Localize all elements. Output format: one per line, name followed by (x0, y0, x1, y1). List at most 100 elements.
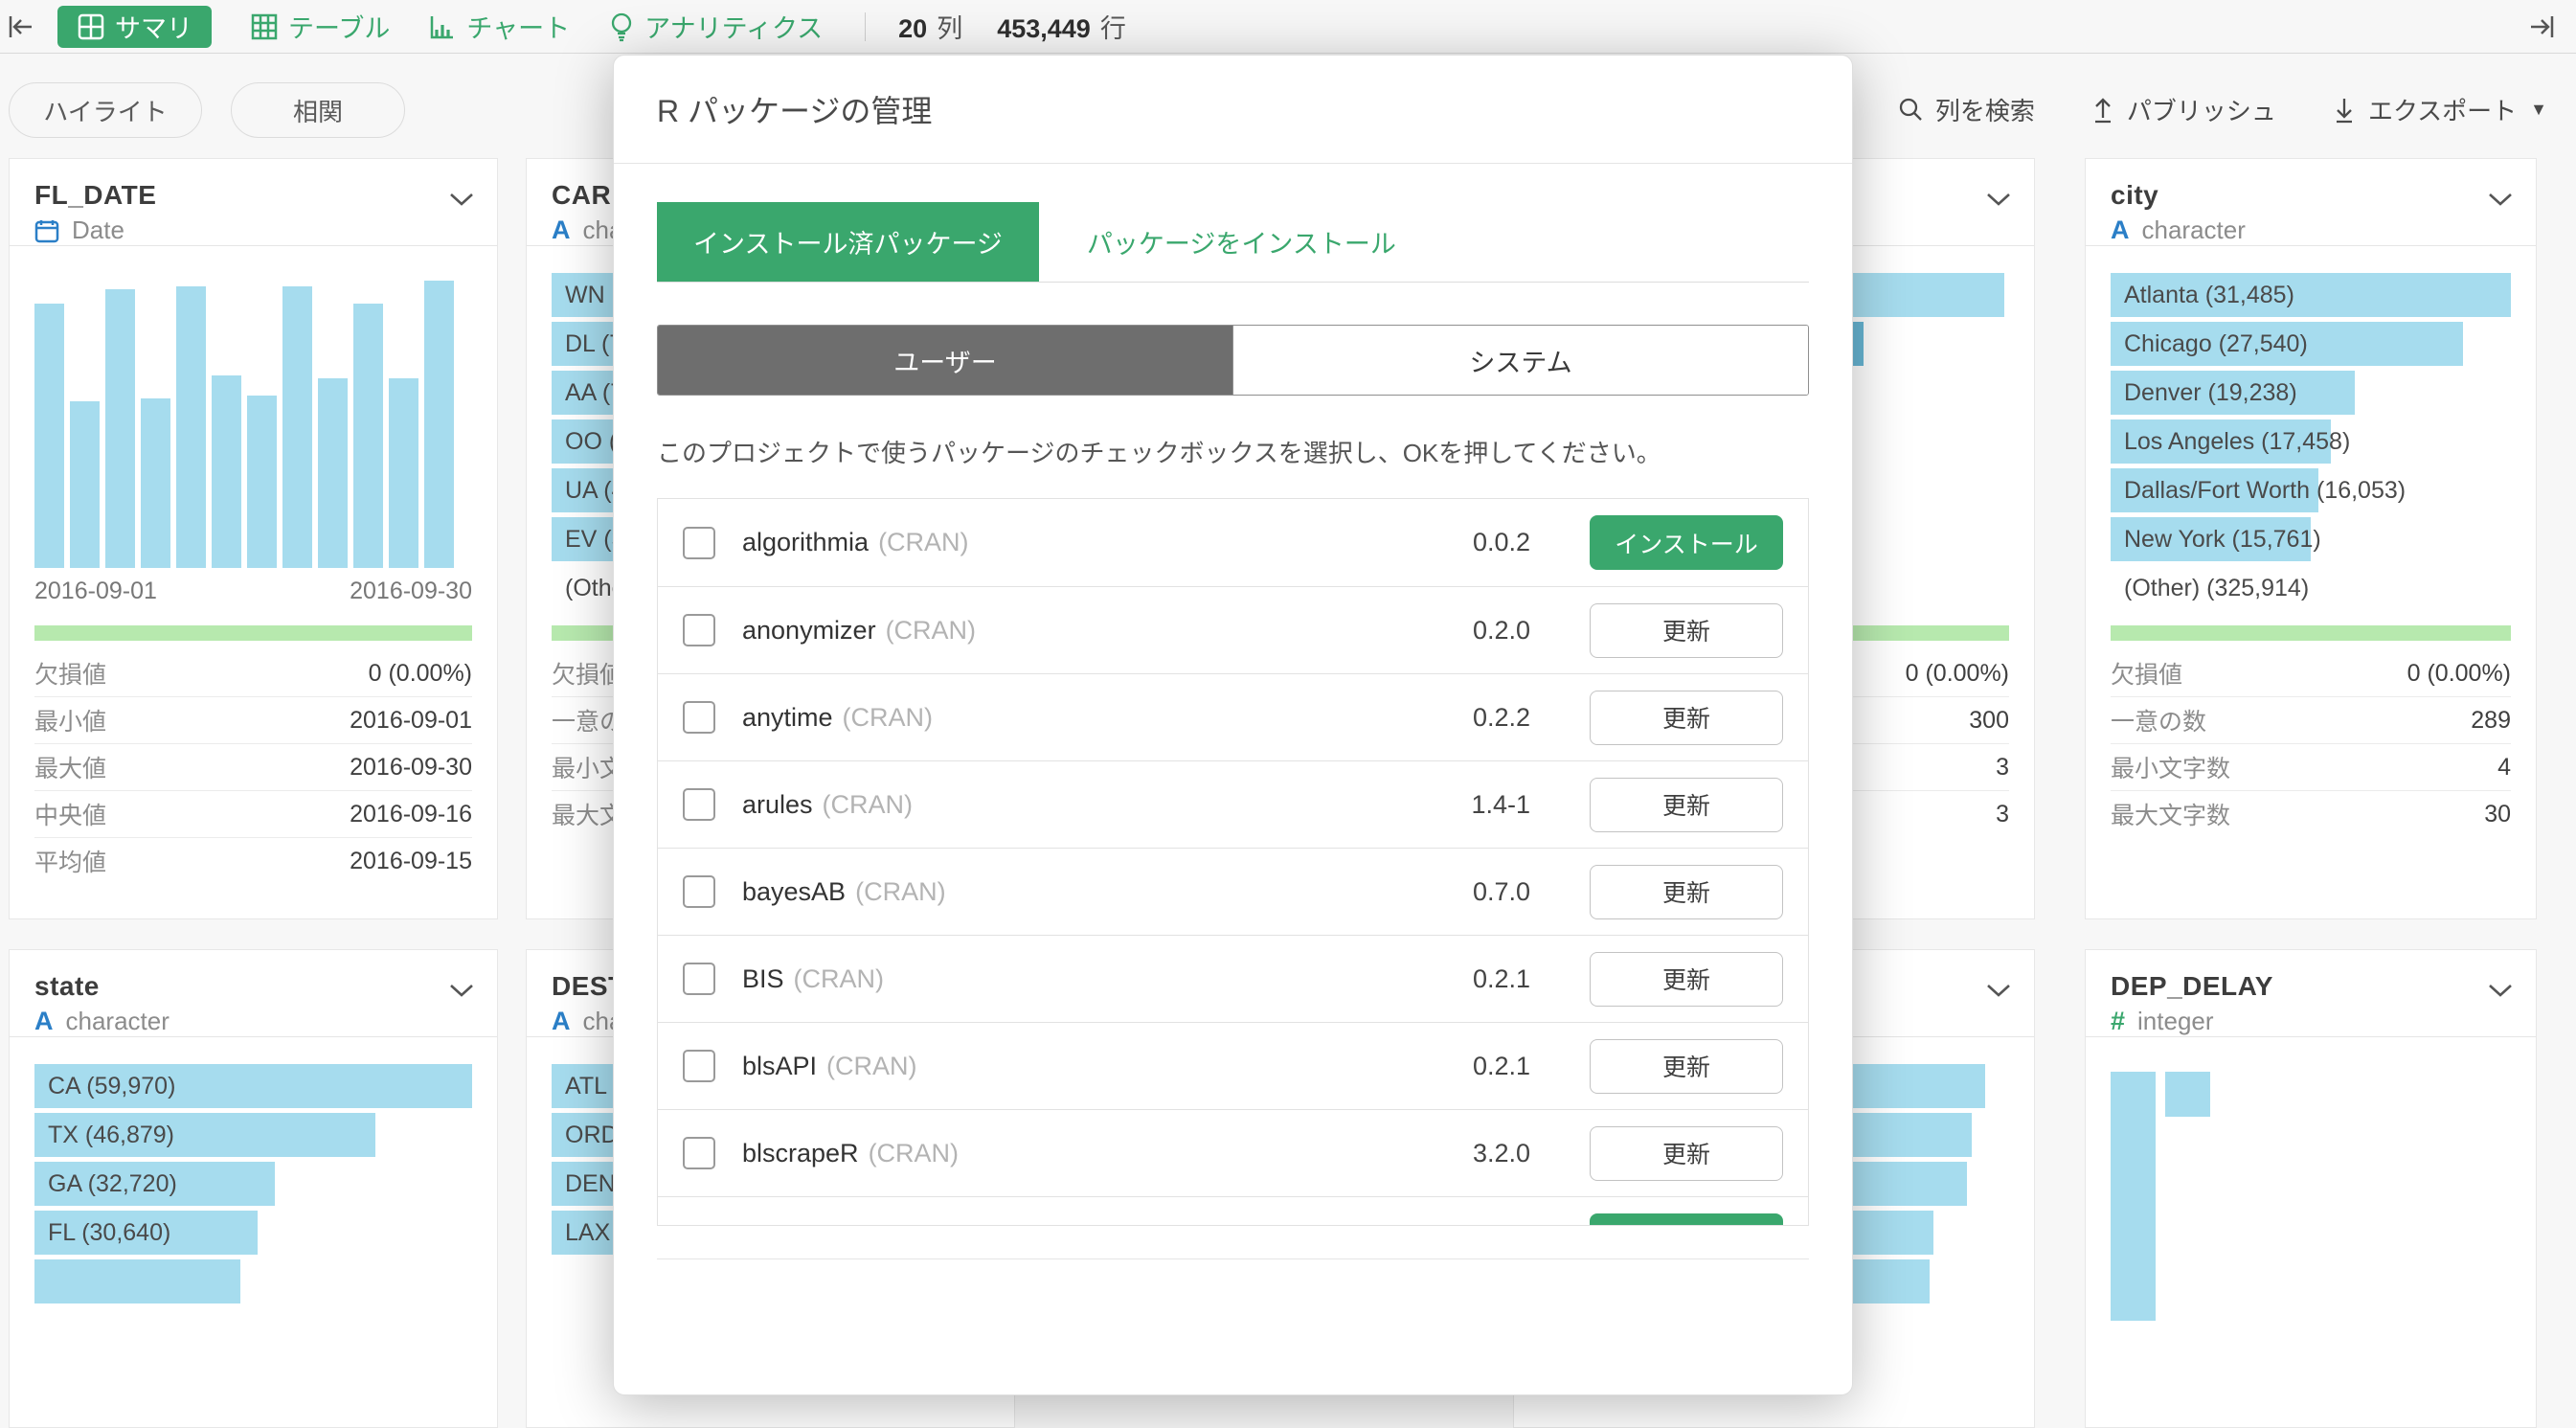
stat-row: 欠損値0 (0.00%) (34, 650, 472, 697)
publish-button[interactable]: パブリッシュ (2090, 92, 2276, 127)
package-checkbox[interactable] (683, 527, 715, 559)
category-bars: CA (59,970) TX (46,879) GA (32,720) FL (30,… (34, 1064, 472, 1303)
category-bar-row[interactable]: Atlanta (31,485) (2111, 273, 2511, 317)
package-row: blsAPI(CRAN)0.2.1更新 (658, 1022, 1808, 1109)
character-type-icon: A (552, 1007, 571, 1036)
category-bar-row[interactable]: FL (30,640) (34, 1211, 472, 1255)
histogram-bar[interactable] (70, 401, 100, 568)
package-checkbox[interactable] (683, 963, 715, 995)
package-checkbox[interactable] (683, 875, 715, 908)
update-button[interactable]: 更新 (1590, 691, 1783, 745)
card-title: FL_DATE (34, 180, 472, 211)
stat-value: 2016-09-30 (350, 754, 472, 782)
category-bar-row[interactable]: TX (46,879) (34, 1113, 472, 1157)
package-name: algorithmia (742, 528, 869, 557)
chevron-down-icon[interactable] (1986, 192, 2011, 207)
histogram-bar[interactable] (105, 289, 135, 568)
histogram-bar[interactable] (176, 286, 206, 568)
package-tabs: インストール済パッケージ パッケージをインストール (657, 202, 1809, 283)
stat-label: 平均値 (34, 844, 106, 878)
category-bar-label: ORD (565, 1113, 619, 1157)
segment-user[interactable]: ユーザー (658, 326, 1232, 395)
collapse-left-icon[interactable] (0, 6, 44, 48)
collapse-right-icon[interactable] (2519, 6, 2563, 48)
stat-row: 最小値2016-09-01 (34, 697, 472, 744)
histogram-bar[interactable] (424, 281, 454, 568)
update-button[interactable]: 更新 (1590, 952, 1783, 1007)
highlight-button[interactable]: ハイライト (9, 82, 202, 138)
category-bar-row[interactable]: GA (32,720) (34, 1162, 472, 1206)
chevron-down-icon[interactable] (449, 983, 474, 998)
histogram-bar[interactable] (212, 375, 241, 568)
stat-value: 0 (0.00%) (1906, 660, 2009, 688)
tab-summary[interactable]: サマリ (57, 6, 212, 48)
x-axis-min-label: 2016-09-01 (34, 578, 157, 605)
stat-value: 4 (2497, 754, 2511, 782)
package-checkbox[interactable] (683, 1137, 715, 1169)
install-button[interactable]: インストール (1590, 515, 1783, 570)
tab-analytics[interactable]: アナリティクス (608, 8, 823, 45)
package-source: (CRAN) (843, 703, 934, 733)
stat-row: 最小文字数4 (2111, 744, 2511, 791)
histogram-bar[interactable] (141, 398, 170, 568)
histogram-bar[interactable] (318, 378, 348, 568)
tab-installed-packages[interactable]: インストール済パッケージ (657, 202, 1039, 282)
chevron-down-icon[interactable] (2488, 192, 2513, 207)
stat-label: 中央値 (34, 797, 106, 831)
category-bar-row[interactable]: Dallas/Fort Worth (16,053) (2111, 468, 2511, 512)
update-button[interactable]: 更新 (1590, 603, 1783, 658)
category-bar-label: DEN (565, 1162, 616, 1206)
segment-user-label: ユーザー (893, 342, 996, 379)
chevron-down-icon[interactable] (1986, 983, 2011, 998)
histogram-bar[interactable] (247, 396, 277, 568)
histogram-bar[interactable] (282, 286, 312, 568)
histogram-bar[interactable] (2111, 1072, 2156, 1321)
histogram-bar[interactable] (389, 378, 418, 568)
tab-install-label: パッケージをインストール (1087, 223, 1396, 261)
update-button[interactable]: 更新 (1590, 865, 1783, 919)
column-stats: 欠損値0 (0.00%)一意の数289最小文字数4最大文字数30 (2111, 625, 2511, 837)
tab-table[interactable]: テーブル (250, 8, 390, 45)
package-name: BIS (742, 964, 784, 994)
search-columns-label: 列を検索 (1935, 92, 2035, 127)
category-bar-row[interactable]: New York (15,761) (2111, 517, 2511, 561)
package-name: anonymizer (742, 616, 876, 646)
package-checkbox[interactable] (683, 701, 715, 734)
install-button[interactable]: インストール (1590, 1213, 1783, 1227)
update-button[interactable]: 更新 (1590, 1126, 1783, 1181)
tab-chart[interactable]: チャート (428, 8, 570, 45)
package-source: (CRAN) (886, 616, 977, 646)
column-card-dep-delay: DEP_DELAY # integer (2085, 949, 2537, 1428)
card-title: state (34, 971, 472, 1002)
export-button[interactable]: エクスポート ▼ (2332, 92, 2547, 127)
card-type-label: Date (72, 215, 124, 245)
search-columns-button[interactable]: 列を検索 (1897, 92, 2035, 127)
histogram-bar[interactable] (353, 304, 383, 568)
segment-system[interactable]: システム (1232, 326, 1808, 395)
category-bar-row[interactable]: (Other) (325,914) (2111, 566, 2511, 610)
package-checkbox[interactable] (683, 1050, 715, 1082)
correlation-button[interactable]: 相関 (231, 82, 405, 138)
package-row: blscrapeR(CRAN)3.2.0更新 (658, 1109, 1808, 1196)
category-bar-row[interactable]: CA (59,970) (34, 1064, 472, 1108)
column-count-unit: 列 (937, 8, 962, 45)
category-bar-row[interactable]: Los Angeles (17,458) (2111, 419, 2511, 464)
package-version: 0.7.0 (1406, 877, 1530, 907)
chevron-down-icon[interactable] (2488, 983, 2513, 998)
card-type-label: character (2142, 215, 2246, 245)
tab-install-packages[interactable]: パッケージをインストール (1051, 202, 1433, 282)
package-name: arules (742, 790, 813, 820)
calendar-icon (34, 218, 59, 243)
category-bar-row[interactable]: Chicago (27,540) (2111, 322, 2511, 366)
category-bar-row[interactable]: Denver (19,238) (2111, 371, 2511, 415)
histogram-bar[interactable] (34, 304, 64, 568)
category-bar-row[interactable] (34, 1259, 472, 1303)
chevron-down-icon[interactable] (449, 192, 474, 207)
update-button[interactable]: 更新 (1590, 1039, 1783, 1094)
histogram-bar[interactable] (2165, 1072, 2210, 1117)
package-checkbox[interactable] (683, 788, 715, 821)
package-checkbox[interactable] (683, 614, 715, 646)
package-source: (CRAN) (794, 964, 885, 994)
package-name: blsAPI (742, 1052, 817, 1081)
update-button[interactable]: 更新 (1590, 778, 1783, 832)
